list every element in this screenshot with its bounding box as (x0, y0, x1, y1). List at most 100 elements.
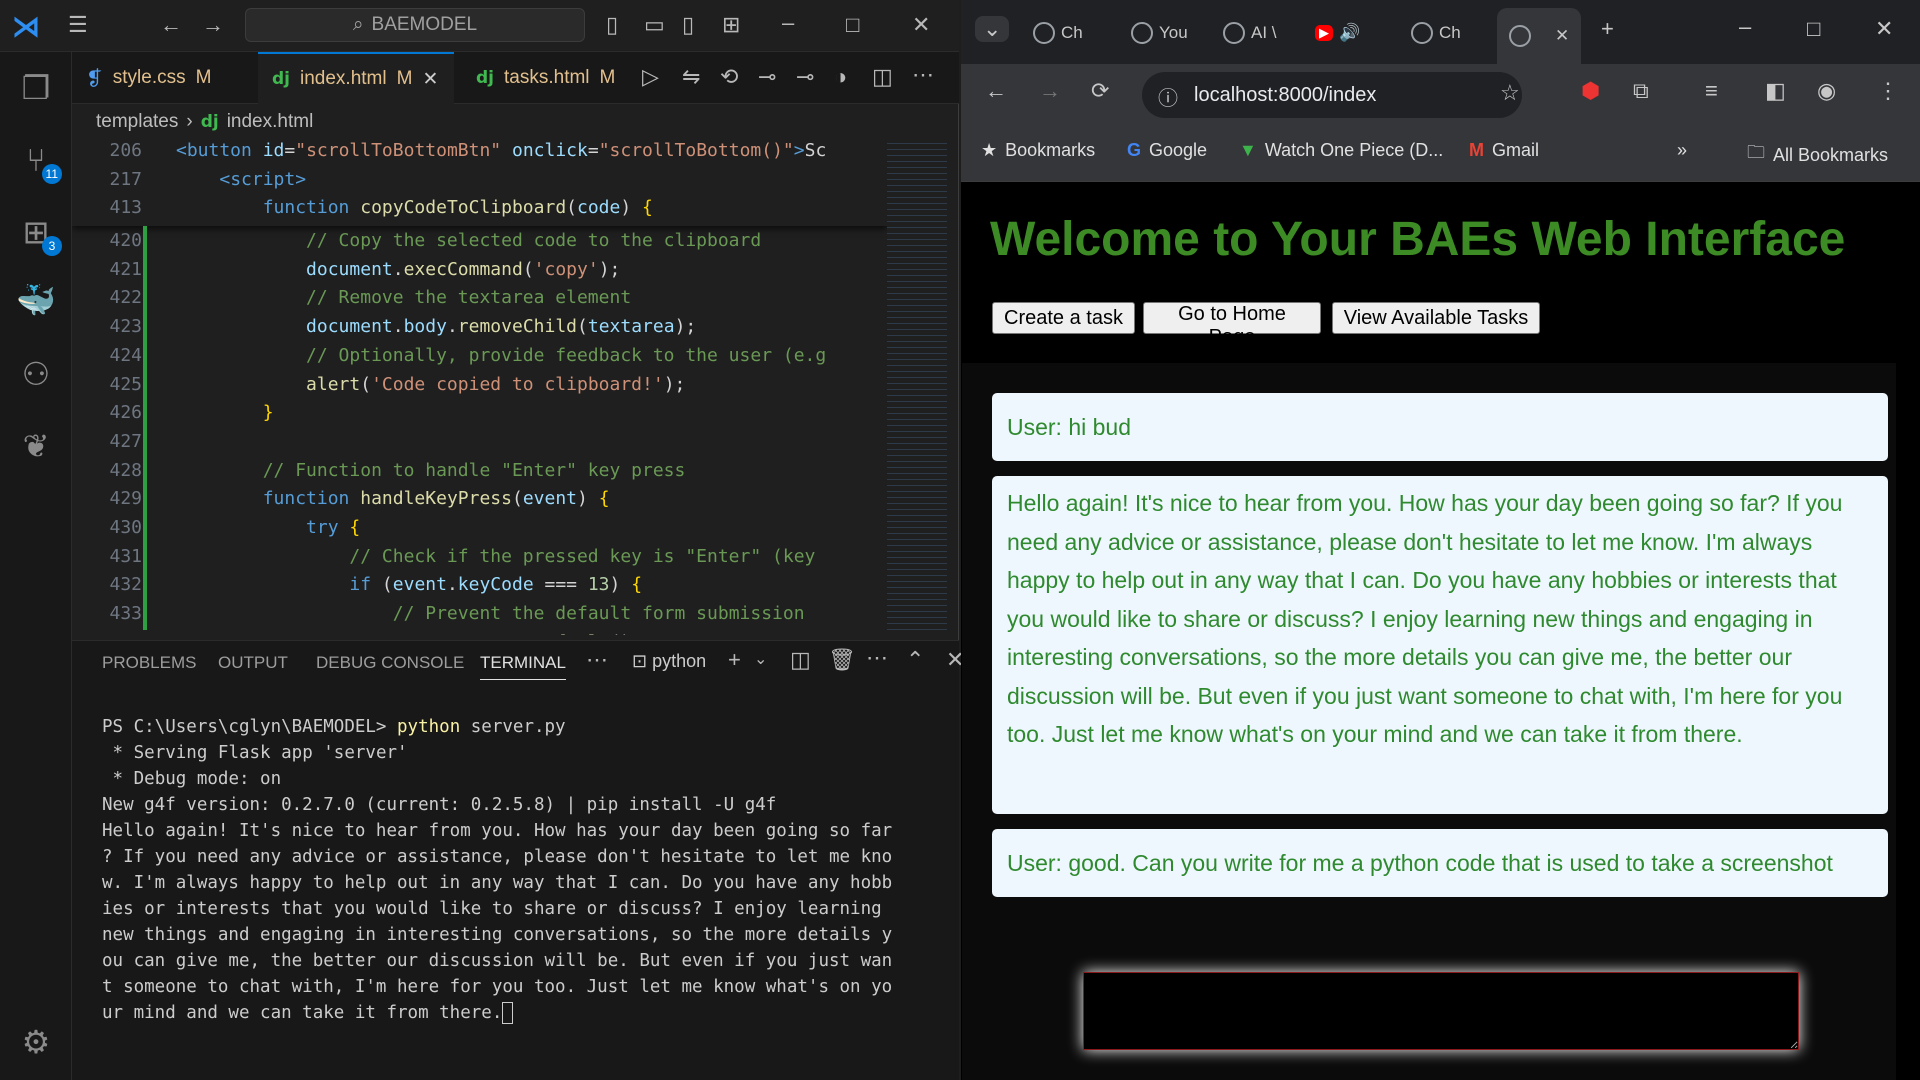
command-center-search[interactable]: ⌕ BAEMODEL (245, 8, 585, 42)
tab-tasks-html[interactable]: dj tasks.html M (462, 52, 628, 104)
side-panel-icon[interactable]: ◧ (1765, 78, 1786, 104)
new-tab-icon[interactable]: + (1601, 16, 1614, 42)
tab-search-icon[interactable]: ⌄ (975, 16, 1010, 42)
source-control-icon[interactable]: ⑂ 11 (14, 138, 62, 184)
profile-avatar-icon[interactable]: ◉ (1817, 78, 1836, 104)
adblock-extension-icon[interactable]: ⬢ (1581, 78, 1600, 104)
browser-tab[interactable]: You (1131, 16, 1188, 50)
run-icon[interactable]: ▷ (642, 64, 659, 90)
home-page-button[interactable]: Go to Home Page (1143, 302, 1321, 348)
close-window-icon[interactable]: ✕ (1875, 16, 1893, 42)
tab-terminal[interactable]: TERMINAL (480, 653, 566, 680)
maximize-icon[interactable]: □ (846, 12, 859, 38)
maximize-panel-icon[interactable]: ⌃ (906, 647, 924, 673)
browser-tab[interactable]: Ch (1033, 16, 1083, 50)
menu-icon[interactable]: ☰ (68, 12, 88, 38)
code-line[interactable]: document.body.removeChild(textarea); (176, 316, 696, 337)
tab-index-html[interactable]: dj index.html M ✕ (258, 52, 454, 104)
code-line[interactable]: function handleKeyPress(event) { (176, 488, 610, 509)
view-tasks-button[interactable]: View Available Tasks (1332, 302, 1540, 334)
more-actions-icon[interactable]: ⋯ (866, 645, 888, 671)
close-tab-icon[interactable]: ✕ (1555, 26, 1569, 46)
forward-arrow-icon[interactable]: → (202, 12, 224, 38)
chat-input[interactable] (1083, 972, 1799, 1050)
code-line[interactable]: // Function to handle "Enter" key press (176, 460, 686, 481)
tab-debug-console[interactable]: DEBUG CONSOLE (316, 653, 464, 673)
close-tab-icon[interactable]: ✕ (422, 68, 438, 91)
code-line[interactable]: } (176, 402, 274, 423)
puzzle-extension-icon[interactable]: ⧉ (1633, 78, 1649, 104)
bookmark-item[interactable]: M Gmail (1469, 140, 1539, 161)
python-icon[interactable]: ⚇ (14, 352, 58, 396)
breadcrumb-folder[interactable]: templates (96, 111, 178, 133)
minimize-icon[interactable]: – (782, 10, 794, 36)
tab-problems[interactable]: PROBLEMS (102, 653, 196, 673)
code-line[interactable]: function copyCodeToClipboard(code) { (176, 197, 653, 218)
browser-tab[interactable]: AI \ (1223, 16, 1277, 50)
address-bar[interactable]: ⓘ localhost:8000/index ☆ (1142, 72, 1522, 118)
chevron-down-icon[interactable]: ⌄ (754, 649, 767, 669)
maximize-icon[interactable]: □ (1807, 16, 1820, 42)
leaf-icon[interactable]: ❦ (14, 424, 58, 468)
code-line[interactable]: try { (176, 517, 360, 538)
breadcrumb-file[interactable]: index.html (227, 111, 314, 133)
code-line[interactable]: <script> (176, 169, 306, 190)
code-line[interactable]: if (event.keyCode === 13) { (176, 574, 642, 595)
back-arrow-icon[interactable]: ← (985, 78, 1007, 104)
speaker-icon[interactable]: 🔊 (1339, 23, 1360, 43)
extensions-icon[interactable]: ⊞ 3 (14, 210, 62, 256)
bookmark-item[interactable]: ▼ Watch One Piece (D... (1239, 140, 1443, 161)
back-arrow-icon[interactable]: ← (160, 12, 182, 38)
chrome-menu-icon[interactable]: ⋮ (1877, 78, 1899, 104)
browser-tab[interactable]: Ch (1411, 16, 1461, 50)
toggle-sidebar-icon[interactable]: ▯ (606, 12, 618, 38)
split-editor-icon[interactable]: ◫ (872, 64, 893, 90)
forward-commit-icon[interactable]: ⊸ (796, 64, 814, 90)
forward-arrow-icon[interactable]: → (1039, 78, 1061, 104)
docker-icon[interactable]: 🐳 (14, 278, 58, 322)
copilot-icon[interactable]: ◑ (834, 64, 847, 90)
terminal-output[interactable]: PS C:\Users\cglyn\BAEMODEL> python serve… (102, 714, 942, 1026)
bookmark-item[interactable]: ★ Bookmarks (981, 140, 1095, 161)
more-panels-icon[interactable]: ⋯ (586, 647, 608, 673)
toggle-secondary-sidebar-icon[interactable]: ▯ (682, 12, 694, 38)
settings-gear-icon[interactable]: ⚙ (14, 1020, 58, 1064)
new-terminal-icon[interactable]: + (728, 647, 741, 673)
active-browser-tab[interactable]: ✕ (1497, 8, 1582, 64)
reload-icon[interactable]: ⟳ (1091, 78, 1109, 104)
site-info-icon[interactable]: ⓘ (1158, 82, 1178, 111)
compare-icon[interactable]: ⇋ (682, 64, 700, 90)
more-bookmarks-icon[interactable]: » (1677, 140, 1687, 161)
terminal-shell-selector[interactable]: ⊡ python (632, 651, 706, 672)
code-line[interactable]: // Optionally, provide feedback to the u… (176, 345, 826, 366)
timeline-back-icon[interactable]: ⟲ (720, 64, 738, 90)
code-line[interactable]: alert('Code copied to clipboard!'); (176, 374, 685, 395)
close-window-icon[interactable]: ✕ (912, 12, 930, 38)
split-terminal-icon[interactable]: ◫ (790, 647, 811, 673)
bookmark-item[interactable]: G Google (1127, 140, 1207, 161)
minimize-icon[interactable]: – (1739, 14, 1751, 40)
media-controls-icon[interactable]: ≡ (1705, 78, 1718, 104)
commit-icon[interactable]: ⊸ (758, 64, 776, 90)
sticky-scroll[interactable]: 206 <button id="scrollToBottomBtn" onclic… (72, 140, 887, 226)
trash-icon[interactable]: 🗑 (828, 647, 856, 673)
customize-layout-icon[interactable]: ⊞ (722, 12, 740, 38)
explorer-icon[interactable]: ❐ (14, 66, 58, 110)
code-line[interactable]: // Check if the pressed key is "Enter" (… (176, 546, 815, 567)
all-bookmarks[interactable]: 🗀 All Bookmarks (1747, 140, 1888, 170)
code-line[interactable]: <button id="scrollToBottomBtn" onclick="… (176, 140, 826, 161)
code-line[interactable]: // Remove the textarea element (176, 287, 631, 308)
tab-output[interactable]: OUTPUT (218, 653, 288, 673)
code-line[interactable]: // Prevent the default form submission (176, 603, 805, 624)
minimap[interactable] (887, 140, 947, 635)
code-line[interactable]: document.execCommand('copy'); (176, 259, 620, 280)
browser-tab[interactable]: ▶ 🔊 (1315, 16, 1366, 50)
code-line[interactable]: // Copy the selected code to the clipboa… (176, 230, 761, 251)
toggle-panel-icon[interactable]: ▭ (644, 12, 665, 38)
more-actions-icon[interactable]: ⋯ (912, 62, 934, 88)
create-task-button[interactable]: Create a task (992, 302, 1135, 334)
code-editor[interactable]: 420 // Copy the selected code to the cli… (72, 140, 887, 635)
code-line[interactable]: event.preventDefault(); (176, 632, 642, 635)
tab-style-css[interactable]: ❡ style.css M (72, 52, 252, 104)
bookmark-star-icon[interactable]: ☆ (1500, 80, 1520, 106)
